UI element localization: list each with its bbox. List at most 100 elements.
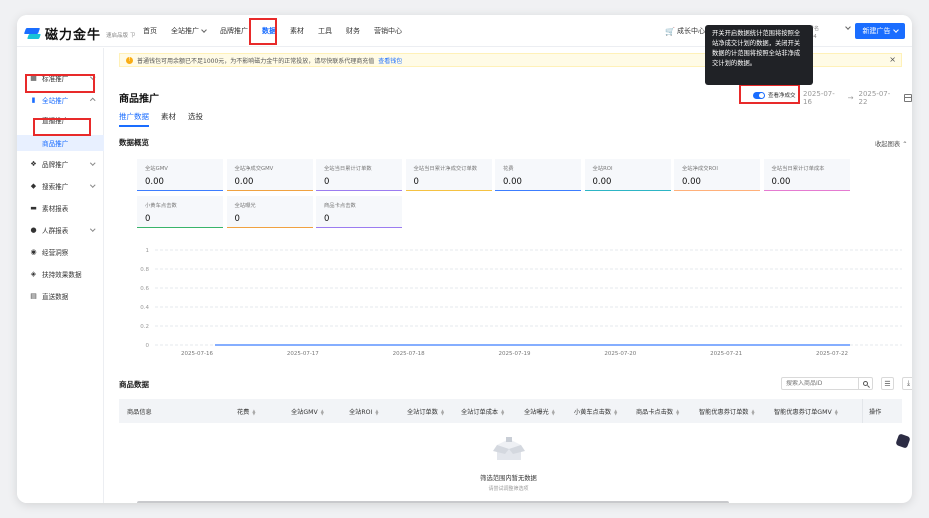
empty-box-icon [493,437,525,460]
account-chevron-down-icon[interactable] [845,24,851,30]
table-column-header[interactable]: 全站订单成本 ▲ ▼ [461,407,504,417]
sort-icon[interactable]: ▲ ▼ [552,409,555,416]
highlight-data-nav [249,18,277,45]
search-button[interactable] [858,378,872,389]
app-window: 磁力金牛 速启品版 ㄗ 首页 全站推广 品牌推广 数据 素材 工具 财务 营销中心 🛒 成长中… [17,15,912,503]
logo-icon [25,28,41,40]
top-nav-item[interactable]: 营销中心 [374,15,402,47]
top-nav-item[interactable]: 全站推广 [171,15,207,47]
sidebar-item[interactable]: ◆ 搜索推广 [17,178,104,194]
chevron-down-icon [892,27,899,33]
x-tick-label: 2025-07-21 [710,351,742,357]
sidebar-item[interactable]: ❖ 品牌推广 [17,156,104,172]
top-nav-label: 工具 [318,27,332,35]
column-label: 小黄车点击数 [574,409,612,416]
main-content: ! 普通钱包可用余额已不足1000元，为不影响磁力金牛的正常投放，请尽快联系代理… [105,48,912,503]
sidebar-item[interactable]: ◈ 扶持效果数据 [17,266,104,282]
sort-icon[interactable]: ▲ ▼ [676,409,679,416]
sidebar-item-label: 经营洞察 [42,249,69,257]
table-title: 商品数据 [119,380,149,389]
column-label: 花费 [237,409,250,416]
column-label: 全站订单成本 [461,409,499,416]
sidebar-item-label: 素材报表 [42,205,69,213]
x-tick-label: 2025-07-17 [287,351,319,357]
table-column-header: 操作 [869,407,881,416]
sort-icon[interactable]: ▲ ▼ [252,409,255,416]
column-label: 全站GMV [291,409,318,416]
filter-button[interactable]: ☰ [881,377,894,390]
new-ad-label: 新建广告 [862,27,891,35]
table-column-header[interactable]: 小黄车点击数 ▲ ▼ [574,407,617,417]
highlight-sidebar-group [25,74,95,93]
sidebar-item[interactable]: ▤ 直送数据 [17,288,104,304]
y-tick-label: 1 [146,248,150,254]
x-tick-label: 2025-07-22 [816,351,848,357]
top-nav-label: 素材 [290,27,304,35]
sidebar-item-label: 全站推广 [42,97,69,105]
horizontal-scrollbar[interactable] [137,501,729,503]
sidebar-item[interactable]: ▬ 素材报表 [17,200,104,216]
sidebar-item-label: 商品推广 [42,140,69,148]
column-label: 全站订单数 [407,409,438,416]
sidebar-subitem[interactable]: 商品推广 [17,135,104,151]
search-icon [863,381,868,386]
table-column-header[interactable]: 全站订单数 ▲ ▼ [407,407,444,417]
table-column-header[interactable]: 全站GMV ▲ ▼ [291,407,324,417]
sidebar-item-label: 人群报表 [42,227,69,235]
top-nav-item[interactable]: 素材 [290,15,304,47]
x-tick-label: 2025-07-18 [393,351,425,357]
top-nav-label: 品牌推广 [220,27,248,35]
sidebar-item[interactable]: ▮ 全站推广 [17,92,104,108]
table-column-header[interactable]: 智能优惠券订单GMV ▲ ▼ [774,407,838,417]
column-label: 商品卡点击数 [636,409,674,416]
report-icon: ▬ [30,204,37,212]
table-column-header[interactable]: 智能优惠券订单数 ▲ ▼ [699,407,755,417]
chevron-up-icon [89,98,95,104]
new-ad-button[interactable]: 新建广告 [855,23,905,39]
sort-icon[interactable]: ▲ ▼ [614,409,617,416]
direct-data-icon: ▤ [30,292,37,300]
sort-icon[interactable]: ▲ ▼ [321,409,324,416]
table-column-header[interactable]: 全站曝光 ▲ ▼ [524,407,555,417]
y-tick-label: 0.8 [140,267,149,273]
sidebar-item[interactable]: ● 人群报表 [17,222,104,238]
sliders-icon: ☰ [884,379,891,388]
sort-icon[interactable]: ▲ ▼ [835,409,838,416]
top-nav-item[interactable]: 首页 [143,15,157,47]
brand-icon: ❖ [30,160,37,168]
table-column-header[interactable]: 全站ROI ▲ ▼ [349,407,378,417]
y-tick-label: 0.2 [140,324,149,330]
sidebar-item[interactable]: ◉ 经营洞察 [17,244,104,260]
column-label: 操作 [869,409,882,416]
logo[interactable]: 磁力金牛 速启品版 ㄗ [25,24,135,43]
x-tick-label: 2025-07-19 [499,351,531,357]
empty-title: 筛选范围内暂无数据 [480,475,537,482]
top-nav-label: 营销中心 [374,27,402,35]
product-search-input[interactable] [782,380,858,387]
net-deal-tooltip: 开关开启数据统计范围将按照全站净成交计划的数据，关闭开关数据的计范围将按照全站非… [705,25,813,85]
y-tick-label: 0.4 [140,305,149,311]
table-column-header: 商品信息 [127,407,152,416]
search-promo-icon: ◆ [30,182,37,190]
top-nav-label: 全站推广 [171,27,199,35]
table-column-header[interactable]: 商品卡点击数 ▲ ▼ [636,407,679,417]
top-nav-label: 财务 [346,27,360,35]
top-nav-item[interactable]: 财务 [346,15,360,47]
sidebar-item-label: 搜索推广 [42,183,69,191]
trend-chart: 1 0.8 0.6 0.4 0.2 0 2025-07-16 2025-07-17 2025-0… [140,248,902,357]
sort-icon[interactable]: ▲ ▼ [375,409,378,416]
sort-icon[interactable]: ▲ ▼ [752,409,755,416]
chevron-down-icon [89,182,95,188]
x-tick-label: 2025-07-16 [181,351,213,357]
sort-icon[interactable]: ▲ ▼ [441,409,444,416]
sidebar-item-label: 品牌推广 [42,161,69,169]
table-column-header[interactable]: 花费 ▲ ▼ [237,407,255,417]
product-search[interactable] [781,377,873,390]
column-label: 全站曝光 [524,409,549,416]
top-nav-item[interactable]: 品牌推广 [220,15,248,47]
top-nav-item[interactable]: 工具 [318,15,332,47]
sort-icon[interactable]: ▲ ▼ [501,409,504,416]
chevron-down-icon [89,226,95,232]
download-button[interactable]: ⤓ [902,377,912,390]
chevron-down-icon [201,27,207,33]
